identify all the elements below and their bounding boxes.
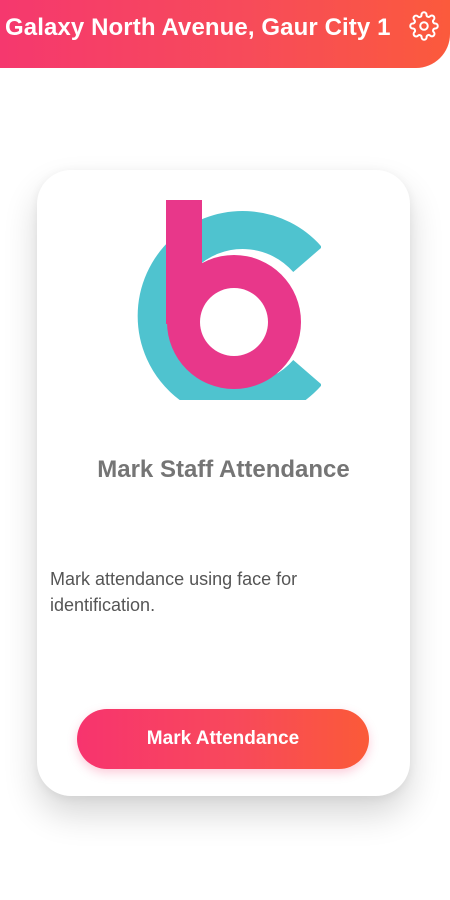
header-bar: Galaxy North Avenue, Gaur City 1 [0, 0, 450, 68]
gear-icon [409, 11, 439, 41]
settings-button[interactable] [407, 9, 441, 43]
card-description: Mark attendance using face for identific… [50, 569, 298, 615]
location-title: Galaxy North Avenue, Gaur City 1 [5, 14, 391, 41]
bc-logo-icon [137, 200, 321, 400]
mark-attendance-button[interactable]: Mark Attendance [77, 709, 369, 769]
card-title: Mark Staff Attendance [97, 456, 350, 483]
attendance-screen: Galaxy North Avenue, Gaur City 1 Mark St… [0, 0, 450, 900]
attendance-card: Mark Staff Attendance Mark attendance us… [37, 170, 410, 796]
